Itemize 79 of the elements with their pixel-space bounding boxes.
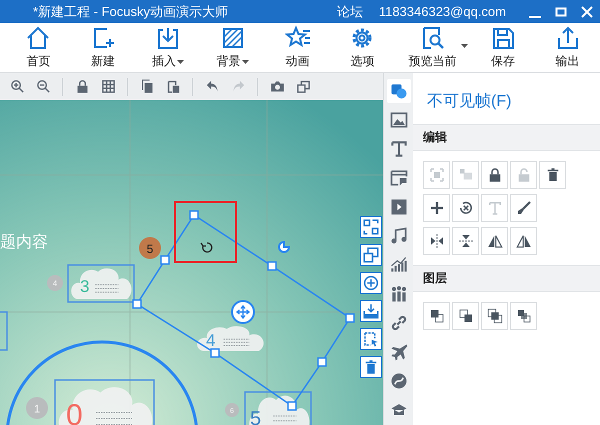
toolbar-button[interactable]: 保存	[470, 23, 536, 72]
step-marker: 1	[26, 397, 48, 419]
triangles-right-button[interactable]	[510, 227, 537, 255]
flip-horizontal-button[interactable]	[423, 227, 450, 255]
order-badge: 5	[139, 237, 161, 259]
layer-back-button[interactable]	[452, 302, 479, 330]
selection-handle[interactable]	[160, 255, 170, 265]
frame-number: 3	[80, 277, 90, 296]
selection-highlight	[174, 201, 237, 263]
tray-download-icon	[362, 302, 380, 320]
maximize-icon	[555, 6, 567, 18]
plus-button[interactable]	[423, 194, 450, 222]
header-link[interactable]: 论坛	[336, 2, 363, 20]
triangles-left-button[interactable]	[481, 227, 508, 255]
brush-button[interactable]	[510, 194, 537, 222]
frame-cursor-icon	[362, 330, 380, 348]
circled-plus-button[interactable]	[360, 272, 382, 294]
toolbar-button[interactable]: 新建	[70, 23, 136, 72]
step-marker: 4	[47, 275, 63, 291]
section-header: 图层	[413, 265, 600, 292]
toolbar-button[interactable]: 选项	[330, 23, 395, 72]
flip-vertical-icon	[456, 232, 474, 250]
picture-icon	[388, 110, 408, 130]
toolbar-button[interactable]: 首页	[6, 23, 71, 72]
grid-icon	[100, 78, 116, 95]
rotate-handle[interactable]	[278, 241, 290, 253]
swap-frames-icon	[362, 218, 380, 236]
selection-handle[interactable]	[189, 210, 199, 220]
lock-button[interactable]	[481, 161, 508, 189]
layer-up-button[interactable]	[481, 302, 508, 330]
toolbar-button[interactable]: 预览当前	[394, 23, 470, 72]
flip-vertical-button[interactable]	[452, 227, 479, 255]
overlapping-squares-icon	[294, 78, 312, 95]
rotate-icon[interactable]	[200, 242, 212, 253]
frame-number: 5	[250, 408, 262, 425]
overlapping-squares-button[interactable]	[360, 244, 382, 266]
tray-download-button[interactable]	[360, 300, 382, 322]
trash-button[interactable]	[360, 356, 382, 378]
window-title: *新建工程 - Focusky动画演示大师	[33, 2, 230, 20]
overlapping-squares-icon	[362, 246, 380, 264]
circled-plus-icon	[362, 274, 380, 292]
toolbar-button[interactable]: 插入	[136, 23, 200, 72]
selection-handle[interactable]	[267, 261, 277, 271]
minimize-icon	[529, 16, 541, 18]
layer-front-button[interactable]	[423, 302, 450, 330]
layer-down-button[interactable]	[510, 302, 537, 330]
close-icon	[581, 6, 593, 18]
toolbar-button[interactable]: 输出	[535, 23, 600, 72]
circled-x-button[interactable]	[452, 194, 479, 222]
shapes-tab[interactable]	[386, 79, 410, 103]
window-flag-icon	[388, 168, 408, 188]
frame-number: 0	[66, 399, 83, 425]
header-link[interactable]: 1183346323@qq.com	[378, 4, 506, 19]
frame-number: 4	[206, 331, 216, 350]
expand-frame-icon	[428, 166, 446, 184]
music-note-icon	[388, 226, 408, 246]
letter-t-icon	[388, 139, 408, 159]
swirl-circle-icon	[388, 371, 408, 391]
selection-handle[interactable]	[317, 357, 327, 367]
airplane-icon	[388, 342, 408, 362]
section-header: 编辑	[413, 124, 600, 151]
selection-handle[interactable]	[132, 299, 142, 309]
selection-handle[interactable]	[210, 348, 220, 358]
zoom-in-icon	[8, 78, 26, 95]
toolbar-button[interactable]: 动画	[265, 23, 330, 72]
cloud-drawing	[249, 396, 310, 425]
frame-outline	[0, 311, 8, 351]
panel-title: 不可见帧(F)	[426, 92, 512, 112]
layer-back-icon	[456, 307, 474, 325]
swap-frames-button[interactable]	[360, 216, 382, 238]
toolbar-button[interactable]: 背景	[200, 23, 266, 72]
selection-handle[interactable]	[287, 401, 297, 411]
zoom-out-icon	[34, 78, 52, 95]
home-icon	[25, 25, 52, 51]
frame-cursor-button[interactable]	[360, 328, 382, 350]
film-icon	[388, 197, 408, 217]
layer-up-icon	[486, 307, 504, 325]
slide-title-text: 题内容	[0, 232, 48, 253]
selection-handle[interactable]	[345, 313, 355, 323]
